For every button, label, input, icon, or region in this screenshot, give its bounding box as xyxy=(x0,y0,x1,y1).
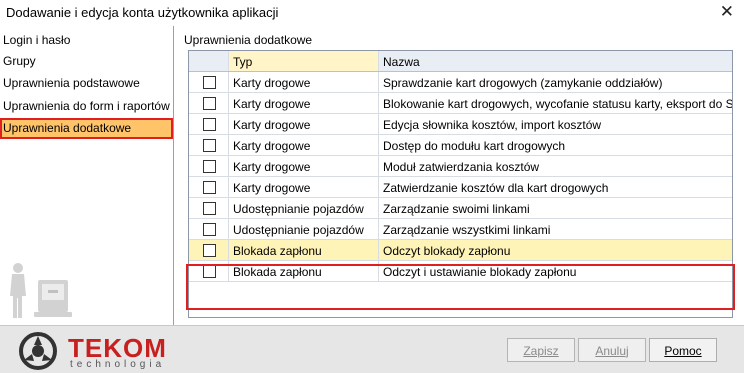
table-row[interactable]: Udostępnianie pojazdów Zarządzanie wszys… xyxy=(189,219,732,240)
window-title: Dodawanie i edycja konta użytkownika apl… xyxy=(6,5,279,20)
help-button[interactable]: Pomoc xyxy=(649,338,717,362)
save-button[interactable]: Zapisz xyxy=(507,338,575,362)
sidebar-item-label: Uprawnienia dodatkowe xyxy=(3,121,132,135)
permission-checkbox[interactable] xyxy=(203,139,216,152)
cell-typ: Karty drogowe xyxy=(229,156,379,176)
permission-checkbox[interactable] xyxy=(203,118,216,131)
cell-nazwa: Moduł zatwierdzania kosztów xyxy=(383,160,540,174)
sidebar-item-label: Uprawnienia podstawowe xyxy=(3,76,140,90)
checkbox-cell xyxy=(189,156,229,176)
cell-typ: Blokada zapłonu xyxy=(229,240,379,260)
sidebar-item-uprawnienia-dodatkowe[interactable]: Uprawnienia dodatkowe xyxy=(0,118,173,139)
checkbox-cell xyxy=(189,114,229,134)
sidebar-item-login[interactable]: Login i hasło xyxy=(0,30,172,51)
user-illustration-icon xyxy=(10,263,72,318)
column-header-nazwa[interactable]: Nazwa xyxy=(379,51,732,71)
table-row[interactable]: Karty drogowe Edycja słownika kosztów, i… xyxy=(189,114,732,135)
cell-nazwa: Zarządzanie wszystkimi linkami xyxy=(383,223,551,237)
cell-typ: Udostępnianie pojazdów xyxy=(229,219,379,239)
table-row[interactable]: Karty drogowe Moduł zatwierdzania kosztó… xyxy=(189,156,732,177)
section-title: Uprawnienia dodatkowe xyxy=(184,33,313,47)
title-bar: Dodawanie i edycja konta użytkownika apl… xyxy=(0,0,744,26)
cell-nazwa: Dostęp do modułu kart drogowych xyxy=(383,139,566,153)
checkbox-cell xyxy=(189,219,229,239)
sidebar-item-uprawnienia-form-raportow[interactable]: Uprawnienia do form i raportów xyxy=(0,96,172,117)
cell-typ: Karty drogowe xyxy=(229,135,379,155)
cancel-button[interactable]: Anuluj xyxy=(578,338,646,362)
main-panel: Uprawnienia dodatkowe Typ Nazwa Karty dr… xyxy=(175,26,744,325)
checkbox-cell xyxy=(189,135,229,155)
tekom-logo-icon xyxy=(19,332,57,370)
sidebar-item-label: Login i hasło xyxy=(3,33,71,47)
sidebar-item-label: Uprawnienia do form i raportów xyxy=(3,99,170,113)
cell-typ: Karty drogowe xyxy=(229,93,379,113)
permission-checkbox[interactable] xyxy=(203,223,216,236)
cell-typ: Blokada zapłonu xyxy=(229,261,379,281)
sidebar-item-uprawnienia-podstawowe[interactable]: Uprawnienia podstawowe xyxy=(0,73,172,94)
permission-checkbox[interactable] xyxy=(203,202,216,215)
logo-subtitle: technologia xyxy=(70,359,166,370)
checkbox-cell xyxy=(189,261,229,281)
checkbox-cell xyxy=(189,93,229,113)
table-row[interactable]: Blokada zapłonu Odczyt blokady zapłonu xyxy=(189,240,732,261)
cell-typ: Karty drogowe xyxy=(229,72,379,92)
cell-typ: Karty drogowe xyxy=(229,114,379,134)
permission-checkbox[interactable] xyxy=(203,97,216,110)
permission-checkbox[interactable] xyxy=(203,244,216,257)
cell-nazwa: Blokowanie kart drogowych, wycofanie sta… xyxy=(383,97,732,111)
checkbox-cell xyxy=(189,177,229,197)
sidebar: Login i hasło Grupy Uprawnienia podstawo… xyxy=(0,26,174,325)
table-row[interactable]: Blokada zapłonu Odczyt i ustawianie blok… xyxy=(189,261,732,282)
footer-bar: TEKOM technologia Zapisz Anuluj Pomoc xyxy=(0,325,744,373)
sidebar-item-label: Grupy xyxy=(3,54,36,68)
permission-checkbox[interactable] xyxy=(203,76,216,89)
close-icon[interactable]: ✕ xyxy=(720,2,734,22)
permissions-grid: Typ Nazwa Karty drogowe Sprawdzanie kart… xyxy=(188,50,733,318)
cell-nazwa: Zarządzanie swoimi linkami xyxy=(383,202,530,216)
cell-nazwa: Edycja słownika kosztów, import kosztów xyxy=(383,118,602,132)
column-header-typ[interactable]: Typ xyxy=(229,51,379,71)
checkbox-cell xyxy=(189,198,229,218)
permission-checkbox[interactable] xyxy=(203,160,216,173)
permission-checkbox[interactable] xyxy=(203,265,216,278)
cell-nazwa: Sprawdzanie kart drogowych (zamykanie od… xyxy=(383,76,663,90)
table-row[interactable]: Udostępnianie pojazdów Zarządzanie swoim… xyxy=(189,198,732,219)
cell-typ: Karty drogowe xyxy=(229,177,379,197)
permission-checkbox[interactable] xyxy=(203,181,216,194)
table-row[interactable]: Karty drogowe Dostęp do modułu kart drog… xyxy=(189,135,732,156)
cell-nazwa: Odczyt blokady zapłonu xyxy=(383,244,511,258)
cell-nazwa: Zatwierdzanie kosztów dla kart drogowych xyxy=(383,181,609,195)
column-header-check xyxy=(189,51,229,71)
table-row[interactable]: Karty drogowe Zatwierdzanie kosztów dla … xyxy=(189,177,732,198)
checkbox-cell xyxy=(189,240,229,260)
checkbox-cell xyxy=(189,72,229,92)
table-row[interactable]: Karty drogowe Sprawdzanie kart drogowych… xyxy=(189,72,732,93)
table-row[interactable]: Karty drogowe Blokowanie kart drogowych,… xyxy=(189,93,732,114)
cell-typ: Udostępnianie pojazdów xyxy=(229,198,379,218)
cell-nazwa: Odczyt i ustawianie blokady zapłonu xyxy=(383,265,577,279)
sidebar-item-grupy[interactable]: Grupy xyxy=(0,51,172,72)
grid-header-row: Typ Nazwa xyxy=(189,51,732,72)
